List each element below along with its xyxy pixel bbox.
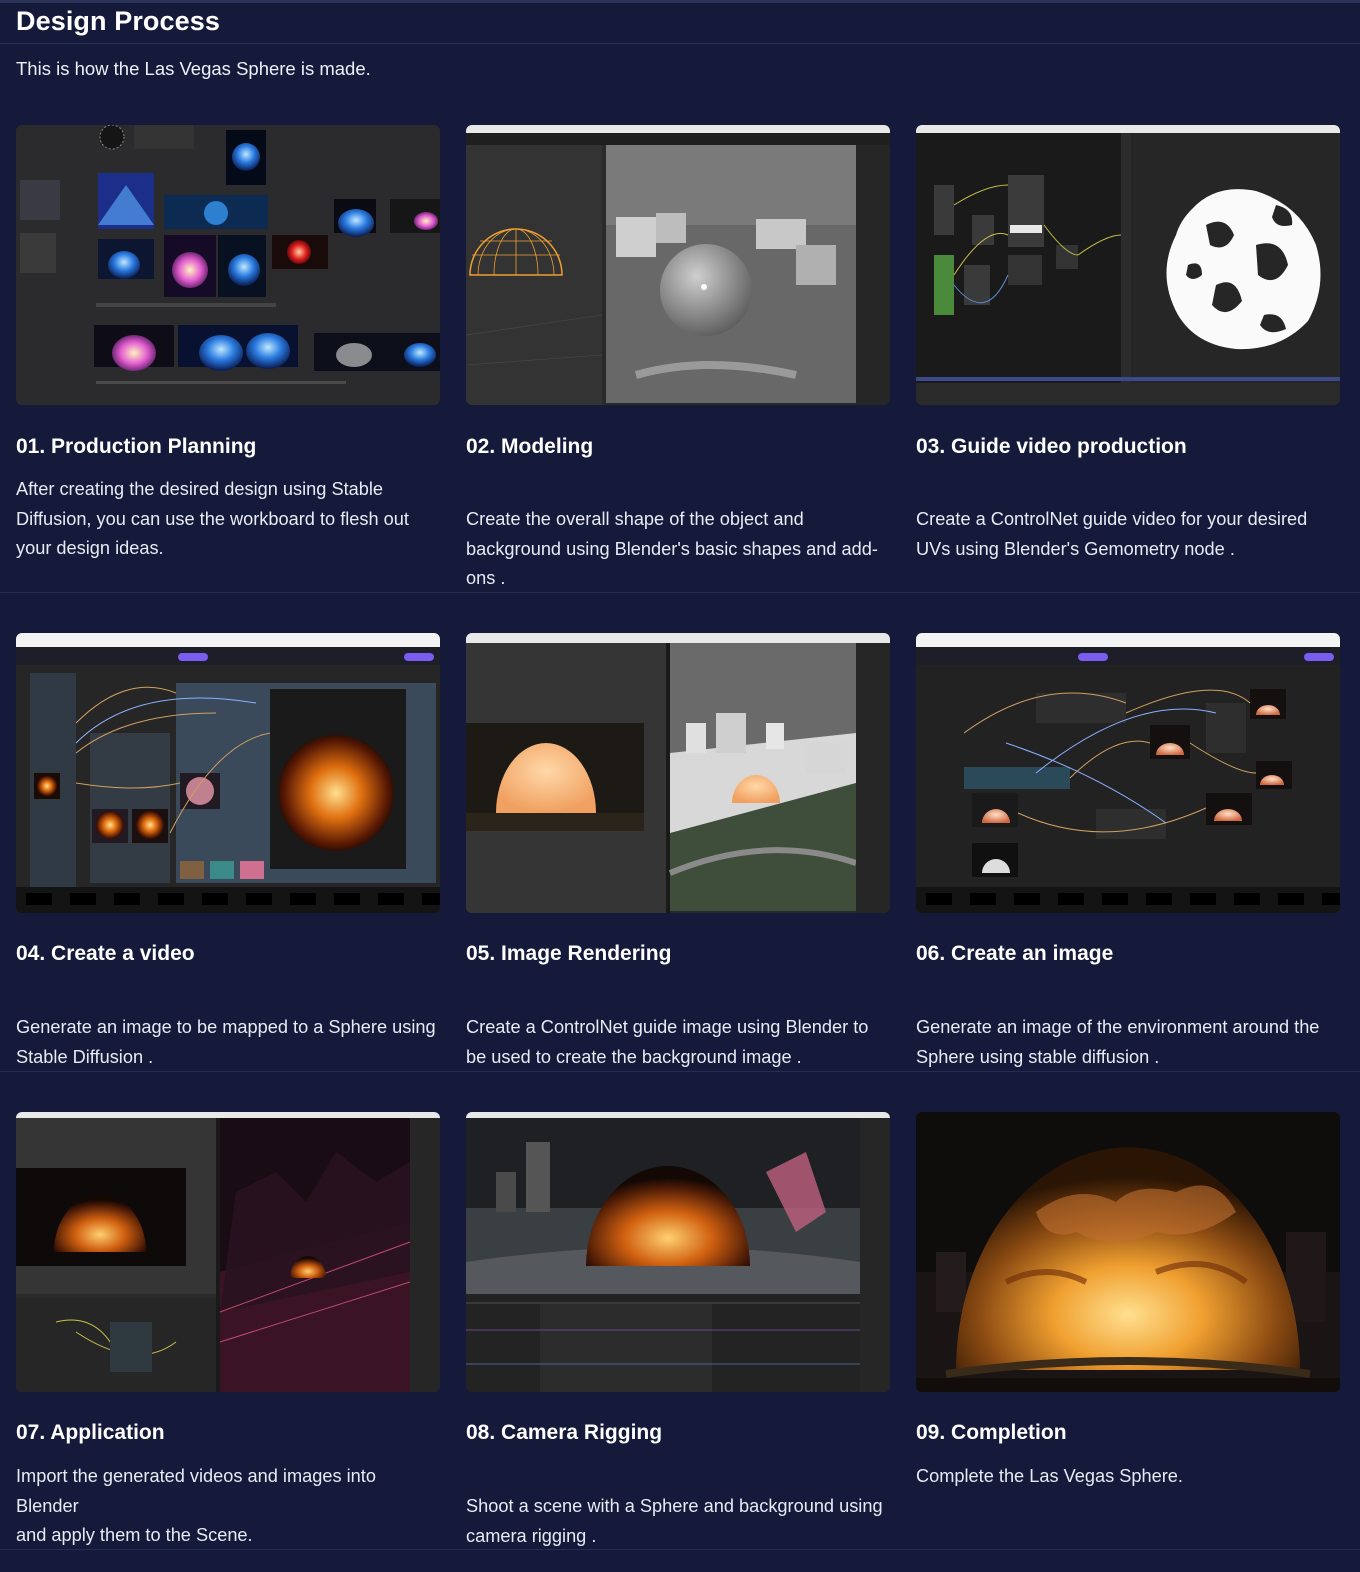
blender-render-screenshot bbox=[466, 633, 890, 913]
camera-rigging-screenshot bbox=[466, 1112, 890, 1392]
step-description-line: and apply them to the Scene. bbox=[16, 1525, 253, 1545]
blender-modeling-screenshot bbox=[466, 125, 890, 405]
step-card-09: 09. Completion Complete the Las Vegas Sp… bbox=[916, 1112, 1340, 1486]
page-subtitle: This is how the Las Vegas Sphere is made… bbox=[16, 58, 371, 79]
step-description: Generate an image of the environment aro… bbox=[916, 1017, 1320, 1067]
step-description: Import the generated videos and images i… bbox=[16, 1462, 440, 1551]
step-description: Generate an image to be mapped to a Sphe… bbox=[16, 1017, 436, 1067]
step-description: After creating the desired design using … bbox=[16, 479, 409, 558]
step-card-08: 08. Camera Rigging Shoot a scene with a … bbox=[466, 1112, 890, 1546]
step-card-02: 02. Modeling Create the overall shape of… bbox=[466, 125, 890, 588]
step-description: Complete the Las Vegas Sphere. bbox=[916, 1466, 1183, 1486]
step-card-05: 05. Image Rendering Create a ControlNet … bbox=[466, 633, 890, 1067]
step-title: 08. Camera Rigging bbox=[466, 1421, 663, 1444]
page-title: Design Process bbox=[16, 6, 220, 36]
workboard-screenshot bbox=[16, 125, 440, 405]
step-card-01: 01. Production Planning After creating t… bbox=[16, 125, 440, 558]
step-title: 03. Guide video production bbox=[916, 435, 1187, 458]
final-sphere-render bbox=[916, 1112, 1340, 1392]
step-description-line: Import the generated videos and images i… bbox=[16, 1466, 376, 1516]
blender-application-screenshot bbox=[16, 1112, 440, 1392]
step-title: 05. Image Rendering bbox=[466, 942, 672, 965]
step-card-04: 04. Create a video Generate an image to … bbox=[16, 633, 440, 1067]
title-divider bbox=[0, 43, 1360, 44]
step-description: Shoot a scene with a Sphere and backgrou… bbox=[466, 1496, 883, 1546]
step-title: 04. Create a video bbox=[16, 942, 195, 965]
top-border bbox=[0, 0, 1360, 3]
step-card-03: 03. Guide video production Create a Cont… bbox=[916, 125, 1340, 559]
step-description: Create a ControlNet guide image using Bl… bbox=[466, 1017, 869, 1067]
geometry-node-screenshot bbox=[916, 125, 1340, 405]
step-card-07: 07. Application Import the generated vid… bbox=[16, 1112, 440, 1545]
step-title: 01. Production Planning bbox=[16, 435, 257, 458]
step-card-06: 06. Create an image Generate an image of… bbox=[916, 633, 1340, 1067]
comfyui-video-screenshot bbox=[16, 633, 440, 913]
step-description: Create the overall shape of the object a… bbox=[466, 509, 878, 588]
step-title: 06. Create an image bbox=[916, 942, 1114, 965]
comfyui-image-screenshot bbox=[916, 633, 1340, 913]
step-description: Create a ControlNet guide video for your… bbox=[916, 509, 1308, 559]
step-title: 07. Application bbox=[16, 1421, 165, 1444]
step-title: 09. Completion bbox=[916, 1421, 1067, 1444]
step-title: 02. Modeling bbox=[466, 435, 594, 458]
